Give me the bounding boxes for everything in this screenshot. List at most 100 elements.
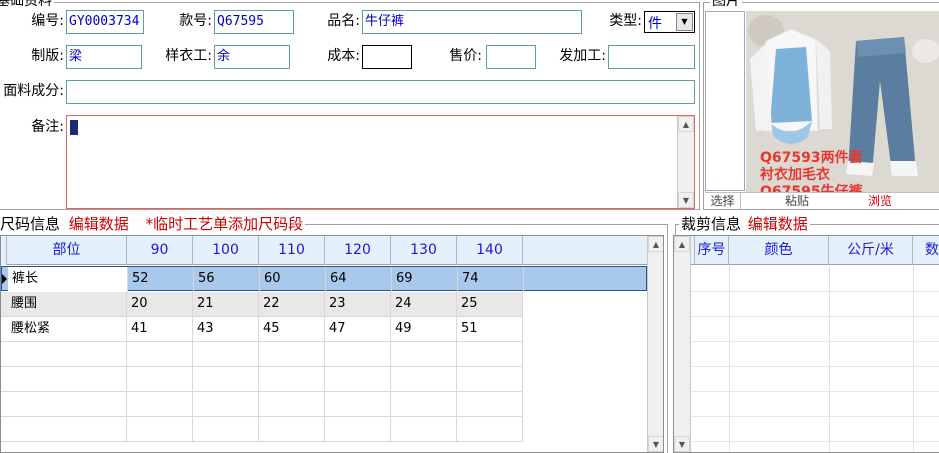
size-cell[interactable]: 60	[260, 267, 326, 292]
scroll-down-icon[interactable]: ▼	[648, 436, 663, 452]
size-cell[interactable]: 24	[391, 292, 457, 317]
size-edit-link[interactable]: 编辑数据	[69, 215, 129, 233]
cost-field[interactable]	[362, 45, 412, 69]
product-name-field[interactable]: 牛仔裤	[362, 10, 582, 34]
tab-select[interactable]: 选择	[705, 193, 741, 210]
empty-cell	[193, 342, 259, 367]
scroll-up-icon[interactable]: ▲	[674, 236, 690, 252]
cut-col-weight[interactable]: 公斤/米	[829, 236, 913, 265]
tab-paste[interactable]: 粘贴	[767, 193, 827, 210]
empty-row	[1, 342, 523, 367]
cut-col-line	[729, 266, 730, 452]
table-row[interactable]: 腰围 20 21 22 23 24 25	[1, 292, 523, 317]
size-col-130[interactable]: 130	[391, 236, 457, 265]
style-number-field[interactable]: Q67595	[214, 10, 294, 34]
size-col-110[interactable]: 110	[259, 236, 325, 265]
size-cell[interactable]: 腰围	[7, 292, 127, 317]
empty-cell	[193, 392, 259, 417]
scroll-up-icon[interactable]: ▲	[678, 116, 694, 132]
cut-col-index[interactable]: 序号	[695, 236, 729, 265]
tab-browse[interactable]: 浏览	[850, 193, 910, 210]
product-photo[interactable]: Q67593两件套 衬衣加毛衣 Q67595牛仔裤	[746, 11, 939, 192]
table-row[interactable]: 腰松紧 41 43 45 47 49 51	[1, 317, 523, 342]
size-cell[interactable]: 25	[457, 292, 523, 317]
size-cell[interactable]: 43	[193, 317, 259, 342]
cut-col-line	[913, 266, 914, 452]
empty-row	[1, 392, 523, 417]
size-cell[interactable]: 47	[325, 317, 391, 342]
size-cell[interactable]: 52	[128, 267, 194, 292]
outsource-field[interactable]	[608, 45, 695, 69]
fabric-field[interactable]	[66, 80, 695, 104]
chevron-down-icon[interactable]: ▼	[676, 13, 693, 31]
size-cell[interactable]: 22	[259, 292, 325, 317]
size-col-part[interactable]: 部位	[7, 236, 127, 265]
size-cell[interactable]: 裤长	[8, 267, 128, 292]
size-col-140[interactable]: 140	[457, 236, 523, 265]
cut-grid-scrollbar[interactable]: ▲ ▼	[674, 236, 691, 452]
remark-textarea[interactable]: ▲ ▼	[66, 115, 695, 209]
size-cell[interactable]: 56	[194, 267, 260, 292]
empty-row	[1, 417, 523, 442]
basic-info-legend: 基础资料	[0, 0, 54, 9]
scroll-up-icon[interactable]: ▲	[648, 236, 663, 252]
type-select-value: 件	[648, 16, 662, 32]
empty-cell	[457, 367, 523, 392]
picture-thumbnail-left[interactable]	[705, 11, 745, 191]
empty-cell	[391, 417, 457, 442]
remark-label: 备注:	[31, 119, 64, 135]
scroll-down-icon[interactable]: ▼	[674, 436, 690, 452]
size-grid-scrollbar[interactable]: ▲ ▼	[647, 236, 663, 452]
pattern-maker-field[interactable]: 梁	[66, 45, 142, 69]
size-cell[interactable]: 21	[193, 292, 259, 317]
add-size-range-link[interactable]: *临时工艺单添加尺码段	[146, 215, 304, 233]
price-field[interactable]	[486, 45, 536, 69]
empty-cell	[391, 392, 457, 417]
size-col-120[interactable]: 120	[325, 236, 391, 265]
table-row[interactable]: 裤长 52 56 60 64 69 74	[1, 266, 647, 292]
code-label: 编号:	[31, 13, 64, 29]
scroll-down-icon[interactable]: ▼	[678, 192, 694, 208]
size-cell[interactable]: 51	[457, 317, 523, 342]
size-cell[interactable]: 45	[259, 317, 325, 342]
size-cell[interactable]: 腰松紧	[7, 317, 127, 342]
size-cell[interactable]: 69	[392, 267, 458, 292]
empty-cell	[7, 342, 127, 367]
fabric-label: 面料成分:	[3, 83, 64, 99]
cut-grid-header: 序号 颜色 公斤/米 数	[691, 236, 939, 265]
style-number-label: 款号:	[179, 13, 212, 29]
text-cursor	[70, 120, 78, 135]
product-name-label: 品名:	[327, 13, 360, 29]
size-grid-header: 部位 90 100 110 120 130 140	[1, 236, 647, 265]
cut-row-line	[691, 341, 939, 342]
cut-info-legend: 裁剪信息 编辑数据	[679, 216, 810, 232]
size-cell[interactable]: 49	[391, 317, 457, 342]
empty-cell	[259, 367, 325, 392]
cut-row-line	[691, 316, 939, 317]
size-cell[interactable]: 20	[127, 292, 193, 317]
size-cell[interactable]: 74	[458, 267, 524, 292]
cut-edit-link[interactable]: 编辑数据	[748, 215, 808, 233]
cut-col-qty[interactable]: 数	[913, 236, 939, 265]
empty-cell	[391, 367, 457, 392]
size-cell[interactable]: 41	[127, 317, 193, 342]
size-col-90[interactable]: 90	[127, 236, 193, 265]
code-field[interactable]: GY0003734	[66, 10, 144, 34]
size-cell[interactable]: 23	[325, 292, 391, 317]
empty-cell	[391, 342, 457, 367]
size-col-100[interactable]: 100	[193, 236, 259, 265]
empty-cell	[127, 342, 193, 367]
size-cell[interactable]: 64	[326, 267, 392, 292]
picture-tabs: 选择 粘贴 浏览	[705, 192, 939, 210]
remark-scrollbar[interactable]: ▲ ▼	[677, 116, 694, 208]
cut-row-line	[691, 366, 939, 367]
type-label: 类型:	[609, 13, 642, 29]
size-grid: 部位 90 100 110 120 130 140 裤长 52 56 60 64…	[0, 235, 664, 453]
empty-cell	[259, 342, 325, 367]
type-select[interactable]: 件 ▼	[644, 11, 695, 33]
empty-cell	[127, 367, 193, 392]
cut-col-color[interactable]: 颜色	[729, 236, 829, 265]
empty-row	[1, 367, 523, 392]
empty-cell	[193, 417, 259, 442]
sample-worker-field[interactable]: 余	[214, 45, 290, 69]
